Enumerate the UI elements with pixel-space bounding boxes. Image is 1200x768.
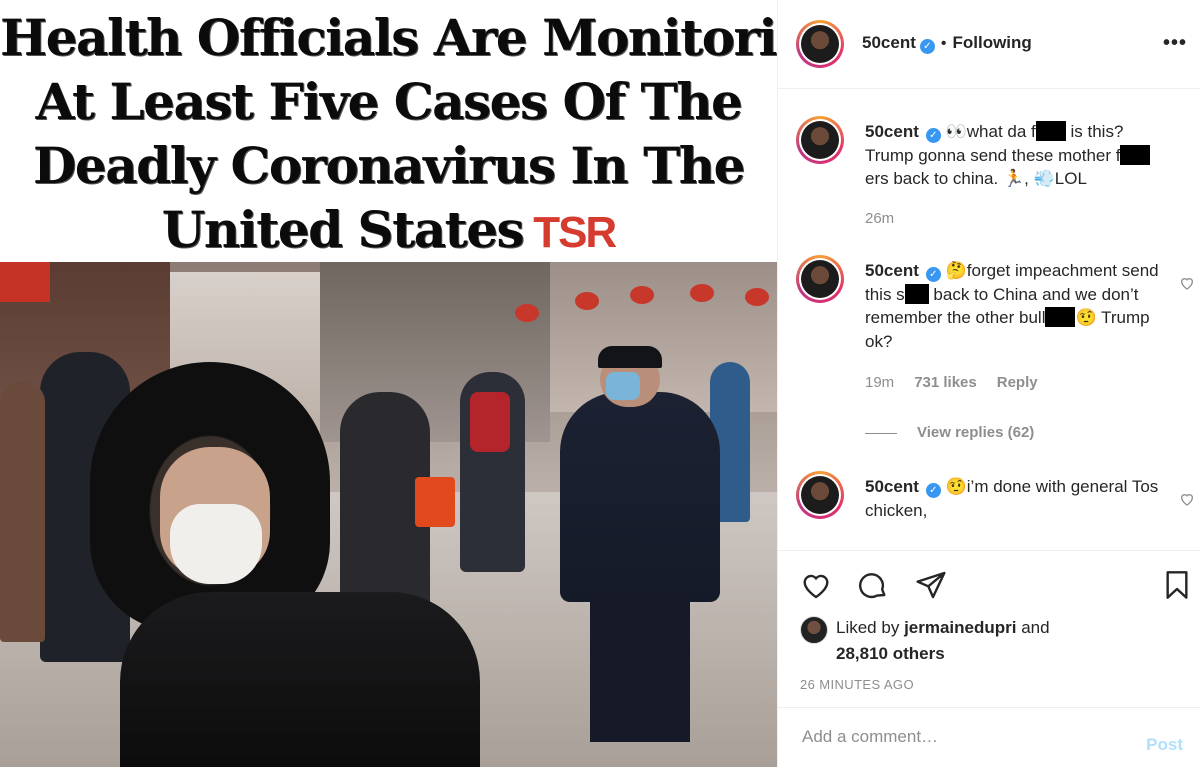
like-comment-heart-icon[interactable] xyxy=(1179,275,1195,291)
eyes-emoji: 👀 xyxy=(945,122,967,141)
redaction-bar xyxy=(1045,307,1076,327)
reply-button[interactable]: Reply xyxy=(997,374,1038,391)
raised-eyebrow-emoji: 🤨 xyxy=(1075,308,1097,327)
comment-likes[interactable]: 731 likes xyxy=(914,374,977,391)
comment-text: 50cent ✓ 👀what da f is this? Trump gonna … xyxy=(865,120,1165,191)
post-image[interactable]: Health Officials Are Monitoring At Least… xyxy=(0,0,777,767)
replies-divider xyxy=(865,432,897,434)
avatar[interactable] xyxy=(796,20,844,68)
running-emoji: 🏃 xyxy=(1002,169,1025,188)
lantern xyxy=(690,284,714,302)
avatar[interactable] xyxy=(796,255,844,303)
comment-meta: 19m 731 likes Reply xyxy=(865,374,1058,391)
bookmark-icon[interactable] xyxy=(1161,569,1193,601)
comment-text: 50cent ✓ 🤔forget impeachment send this s … xyxy=(865,261,1159,351)
headline-line-1: Health Officials Are Monitoring xyxy=(0,8,777,67)
verified-badge-icon: ✓ xyxy=(925,267,941,282)
header-user-line: 50cent ✓ • Following xyxy=(862,33,1032,54)
masked-man-pants xyxy=(590,592,690,742)
red-banner xyxy=(0,262,50,302)
add-comment-input[interactable] xyxy=(800,726,1124,748)
liker-username[interactable]: jermainedupri xyxy=(904,618,1016,637)
liked-by-text: Liked by jermainedupri and 28,810 others xyxy=(836,618,1050,663)
redaction-bar xyxy=(1120,144,1151,165)
headline-line-3: Deadly Coronavirus In The xyxy=(33,136,745,195)
view-replies-button[interactable]: View replies (62) xyxy=(865,424,1034,441)
lantern xyxy=(630,286,654,304)
action-bar xyxy=(778,550,1200,599)
comment-time[interactable]: 26m xyxy=(865,210,894,227)
avatar-image xyxy=(801,121,839,159)
like-comment-heart-icon[interactable] xyxy=(1179,491,1195,507)
avatar-image xyxy=(801,25,839,63)
masked-man-cap xyxy=(598,346,662,368)
following-button[interactable]: Following xyxy=(952,33,1031,52)
avatar-image xyxy=(801,260,839,298)
liker-avatar[interactable] xyxy=(800,616,828,644)
masked-man-jacket xyxy=(560,392,720,602)
thinking-emoji: 🤔 xyxy=(945,261,967,280)
verified-badge-icon: ✓ xyxy=(925,128,941,143)
post-button[interactable]: Post xyxy=(1140,734,1189,756)
lantern xyxy=(745,288,769,306)
separator-dot: • xyxy=(940,35,947,52)
comment-username[interactable]: 50cent xyxy=(865,122,919,141)
headline-line-4-text: United States xyxy=(161,200,525,259)
shopping-bag xyxy=(415,477,455,527)
heart-icon[interactable] xyxy=(800,569,832,601)
post-timestamp[interactable]: 26 MINUTES AGO xyxy=(800,677,914,692)
headline-banner: Health Officials Are Monitoring At Least… xyxy=(0,0,777,262)
others-count[interactable]: 28,810 others xyxy=(836,644,945,663)
avatar-image xyxy=(801,476,839,514)
comment-time[interactable]: 19m xyxy=(865,374,894,391)
share-icon[interactable] xyxy=(915,569,947,601)
masked-man-mask xyxy=(606,372,640,400)
pedestrian xyxy=(0,382,45,642)
comment-meta: 26m xyxy=(865,210,914,227)
street-photo xyxy=(0,262,777,767)
liked-by: Liked by jermainedupri and 28,810 others xyxy=(800,615,1180,667)
woman-puffer-coat xyxy=(120,592,480,767)
comment-username[interactable]: 50cent xyxy=(865,261,919,280)
dash-emoji: 💨 xyxy=(1033,169,1055,188)
tsr-logo: TSR xyxy=(533,201,617,265)
comment-icon[interactable] xyxy=(857,569,889,601)
comment-username[interactable]: 50cent xyxy=(865,477,919,496)
headline-text: Health Officials Are Monitoring At Least… xyxy=(0,0,777,265)
tsr-logo-text: TSR xyxy=(533,208,617,257)
post-sidebar: 50cent ✓ • Following ••• 50cent ✓ 👀what da f… xyxy=(777,0,1200,767)
verified-badge-icon: ✓ xyxy=(919,39,935,54)
n95-mask xyxy=(170,504,262,584)
comment-composer: Post xyxy=(778,707,1200,768)
headline-line-4: United States TSR xyxy=(0,198,777,265)
headline-line-2: At Least Five Cases Of The xyxy=(35,72,743,131)
red-backpack xyxy=(470,392,510,452)
lantern xyxy=(515,304,539,322)
lantern xyxy=(575,292,599,310)
post-header: 50cent ✓ • Following ••• xyxy=(778,0,1200,89)
header-username[interactable]: 50cent xyxy=(862,33,916,52)
avatar[interactable] xyxy=(796,116,844,164)
comment-text: 50cent ✓ 🤨i’m done with general Tos chick… xyxy=(865,477,1159,520)
redaction-bar xyxy=(1035,121,1066,141)
more-options-icon[interactable]: ••• xyxy=(1163,32,1187,55)
avatar[interactable] xyxy=(796,471,844,519)
raised-eyebrow-emoji: 🤨 xyxy=(945,477,967,496)
verified-badge-icon: ✓ xyxy=(925,483,941,498)
redaction-bar xyxy=(904,283,929,304)
